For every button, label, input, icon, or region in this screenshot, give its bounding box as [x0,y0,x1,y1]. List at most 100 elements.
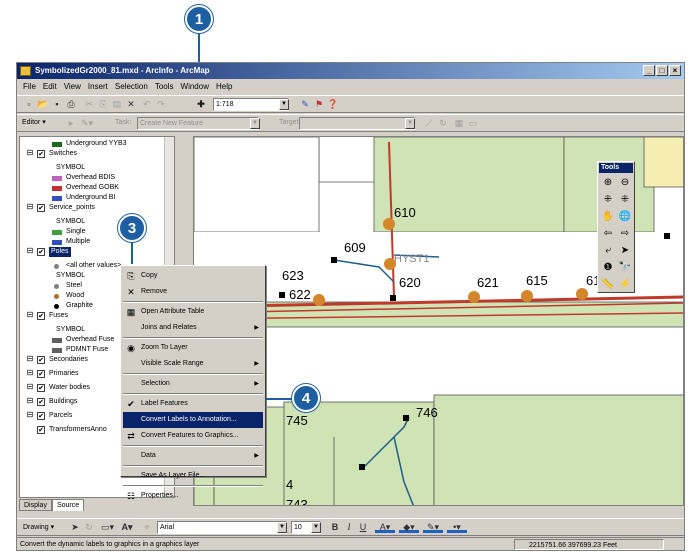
attributes-icon[interactable]: ▦ [453,118,465,129]
drawing-menu[interactable]: Drawing ▾ [23,523,54,531]
rotate-tool-icon[interactable]: ↻ [437,118,449,129]
map-scale-field[interactable]: 1:718 [213,98,289,111]
task-field[interactable]: Create New Feature [137,117,259,130]
layer-visibility-checkbox[interactable]: ✔ [37,384,45,392]
select-features-icon[interactable]: ➤ [618,244,632,258]
menu-item-visible-scale-range[interactable]: Visible Scale Range ▶ [123,356,263,372]
fixed-zoom-out-icon[interactable]: ⁜ [618,193,632,207]
save-icon[interactable]: ▪ [51,99,63,110]
expand-toggle-icon[interactable]: ⊟ [26,149,34,158]
expand-toggle-icon[interactable]: ⊟ [26,397,34,406]
rectangle-icon[interactable]: ▭▾ [101,522,114,533]
target-dropdown-icon[interactable]: ▼ [405,118,415,129]
expand-toggle-icon[interactable]: ⊟ [26,369,34,378]
fill-color-icon[interactable]: ◆▾ [399,522,419,533]
menu-item-convert-labels-to-annotation[interactable]: Convert Labels to Annotation... [123,412,263,428]
italic-button[interactable]: I [343,522,355,533]
menu-tools[interactable]: Tools [155,80,174,94]
split-tool-icon[interactable]: ⟋ [423,118,435,129]
font-size-dropdown-icon[interactable]: ▼ [311,522,321,533]
sketch-tool-icon[interactable]: ✎▾ [81,118,93,129]
menu-view[interactable]: View [64,80,81,94]
editor-menu[interactable]: Editor ▾ [22,118,46,126]
font-dropdown-icon[interactable]: ▼ [277,522,287,533]
select-elements-icon[interactable]: ➤ [69,522,81,533]
toc-layer[interactable]: ⊟ ✔ Switches [20,149,163,159]
menu-item-zoom-to-layer[interactable]: ◉ Zoom To Layer [123,340,263,356]
fixed-zoom-in-icon[interactable]: ⁜ [601,193,615,207]
paste-icon[interactable]: ▤ [111,99,123,110]
hyperlink-icon[interactable]: ⚡ [618,278,632,292]
menu-insert[interactable]: Insert [88,80,108,94]
font-color-icon[interactable]: A▾ [375,522,395,533]
tab-display[interactable]: Display [19,499,52,511]
zoom-out-icon[interactable]: ⊖ [618,176,632,190]
delete-icon[interactable]: ✕ [125,99,137,110]
full-extent-icon[interactable]: 🌐 [618,210,632,224]
menu-help[interactable]: Help [216,80,232,94]
bold-button[interactable]: B [329,522,341,533]
menu-selection[interactable]: Selection [115,80,148,94]
pan-icon[interactable]: ✋ [601,210,615,224]
menu-item-convert-features-to-graphics[interactable]: ⇄ Convert Features to Graphics... [123,428,263,444]
toc-layer[interactable]: ⊟ ✔ Poles [20,247,163,257]
menu-file[interactable]: File [23,80,36,94]
select-elements-icon[interactable]: ⤶ [601,244,615,258]
expand-toggle-icon[interactable]: ⊟ [26,311,34,320]
underline-button[interactable]: U [357,522,369,533]
redo-icon[interactable]: ↷ [155,99,167,110]
menu-item-save-as-layer-file[interactable]: Save As Layer File... [123,468,263,484]
toc-layer[interactable]: ⊟ ✔ Service_points [20,203,163,213]
target-field[interactable] [299,117,415,130]
layer-visibility-checkbox[interactable]: ✔ [37,248,45,256]
identify-icon[interactable]: ❶ [601,261,615,275]
menu-edit[interactable]: Edit [43,80,57,94]
copy-icon[interactable]: ⎘ [97,99,109,110]
menu-item-remove[interactable]: ✕ Remove [123,284,263,300]
zoom-in-icon[interactable]: ⊕ [601,176,615,190]
edit-vertices-icon[interactable]: ⌖ [141,522,153,533]
back-icon[interactable]: ⇦ [601,227,615,241]
font-field[interactable]: Arial [157,521,287,534]
menu-item-open-attribute-table[interactable]: ▦ Open Attribute Table [123,304,263,320]
scale-dropdown-icon[interactable]: ▼ [279,99,289,110]
menu-item-copy[interactable]: ⎘ Copy [123,268,263,284]
tab-source[interactable]: Source [51,499,85,511]
cut-icon[interactable]: ✂ [83,99,95,110]
text-icon[interactable]: A▾ [121,522,133,533]
whats-this-icon[interactable]: ❓ [327,99,339,110]
add-data-icon[interactable]: ✚ [195,99,207,110]
line-color-icon[interactable]: ✎▾ [423,522,443,533]
expand-toggle-icon[interactable]: ⊟ [26,247,34,256]
arctoolbox-icon[interactable]: ⚑ [313,99,325,110]
layer-visibility-checkbox[interactable]: ✔ [37,150,45,158]
layer-visibility-checkbox[interactable]: ✔ [37,370,45,378]
menu-item-data[interactable]: Data ▶ [123,448,263,464]
menu-item-selection[interactable]: Selection ▶ [123,376,263,392]
layer-visibility-checkbox[interactable]: ✔ [37,356,45,364]
menu-item-properties[interactable]: ☷ Properties... [123,488,263,504]
marker-color-icon[interactable]: •▾ [447,522,467,533]
menu-window[interactable]: Window [181,80,209,94]
expand-toggle-icon[interactable]: ⊟ [26,355,34,364]
find-icon[interactable]: 🔭 [618,261,632,275]
menu-item-label-features[interactable]: ✔ Label Features [123,396,263,412]
expand-toggle-icon[interactable]: ⊟ [26,383,34,392]
minimize-button[interactable]: _ [643,65,655,76]
rotate-icon[interactable]: ↻ [83,522,95,533]
edit-tool-icon[interactable]: ▸ [65,118,77,129]
print-icon[interactable]: ⎙ [65,99,77,110]
measure-icon[interactable]: 📏 [601,278,615,292]
maximize-button[interactable]: □ [656,65,668,76]
close-button[interactable]: × [669,65,681,76]
expand-toggle-icon[interactable]: ⊟ [26,203,34,212]
undo-icon[interactable]: ↶ [141,99,153,110]
forward-icon[interactable]: ⇨ [618,227,632,241]
layer-visibility-checkbox[interactable]: ✔ [37,426,45,434]
layer-visibility-checkbox[interactable]: ✔ [37,412,45,420]
editor-toolbar-icon[interactable]: ✎ [299,99,311,110]
new-icon[interactable]: ▫ [23,99,35,110]
expand-toggle-icon[interactable]: ⊟ [26,411,34,420]
sketch-properties-icon[interactable]: ▭ [467,118,479,129]
menu-item-joins-and-relates[interactable]: Joins and Relates ▶ [123,320,263,336]
